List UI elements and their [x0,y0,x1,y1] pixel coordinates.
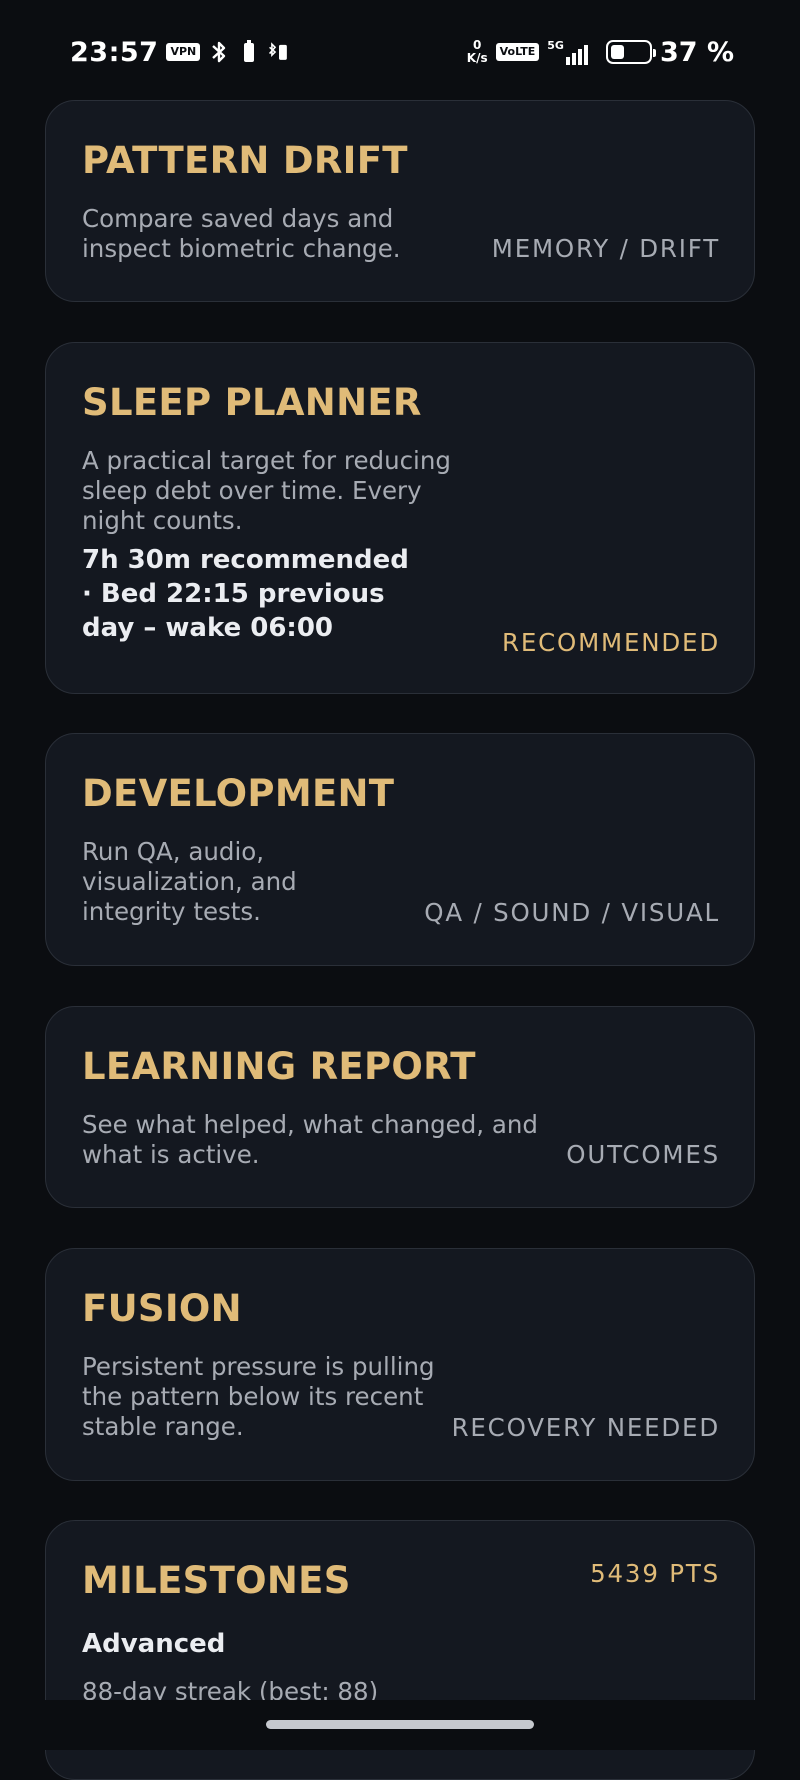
status-bar-right: 0 K/s VoLTE 5G 37 % [467,37,734,68]
battery-fill [610,45,625,59]
sleep-recommendation: 7h 30m recommended · Bed 22:15 previous … [82,545,409,643]
card-description: A practical target for reducing sleep de… [82,446,451,535]
network-type: 5G [547,39,564,52]
card-tag: RECOVERY NEEDED [451,1413,720,1442]
bluetooth-device-icon [269,42,288,60]
card-tag: RECOMMENDED [502,628,720,657]
card-description: Compare saved days and inspect biometric… [82,204,401,263]
card-tag: OUTCOMES [566,1140,720,1169]
sleep-planner-card[interactable]: SLEEP PLANNER A practical target for red… [45,342,755,694]
card-title: LEARNING REPORT [82,1045,476,1088]
network-speed-unit: K/s [466,51,488,65]
signal-icon: 5G [547,39,588,65]
fusion-card[interactable]: FUSION Persistent pressure is pulling th… [45,1248,755,1481]
learning-report-card[interactable]: LEARNING REPORT See what helped, what ch… [45,1006,755,1208]
card-description: Persistent pressure is pulling the patte… [82,1352,435,1441]
card-title: DEVELOPMENT [82,772,395,815]
battery-percent: 37 % [659,36,734,68]
pattern-drift-card[interactable]: PATTERN DRIFT Compare saved days and ins… [45,100,755,302]
card-title: SLEEP PLANNER [82,381,422,424]
device-battery-icon [244,40,255,62]
card-description: See what helped, what changed, and what … [82,1110,538,1169]
bluetooth-icon [212,41,226,63]
battery-icon [605,40,656,64]
home-indicator[interactable] [266,1720,534,1729]
status-bar: 23:57 VPN 0 K/s VoLTE 5G 37 % [0,0,800,104]
card-title: PATTERN DRIFT [82,139,408,182]
clock: 23:57 [70,36,159,68]
card-title: FUSION [82,1287,242,1330]
development-card[interactable]: DEVELOPMENT Run QA, audio, visualization… [45,733,755,966]
card-tag: QA / SOUND / VISUAL [424,898,720,927]
volte-icon: VoLTE [495,43,540,61]
card-tag: MEMORY / DRIFT [491,234,720,263]
network-speed: 0 K/s [467,39,488,65]
milestones-level: Advanced [82,1629,226,1659]
card-title: MILESTONES [82,1559,351,1602]
milestones-points: 5439 PTS [590,1559,720,1588]
status-bar-left: 23:57 VPN [70,37,290,68]
vpn-icon: VPN [166,43,201,61]
card-description: Run QA, audio, visualization, and integr… [82,837,297,926]
